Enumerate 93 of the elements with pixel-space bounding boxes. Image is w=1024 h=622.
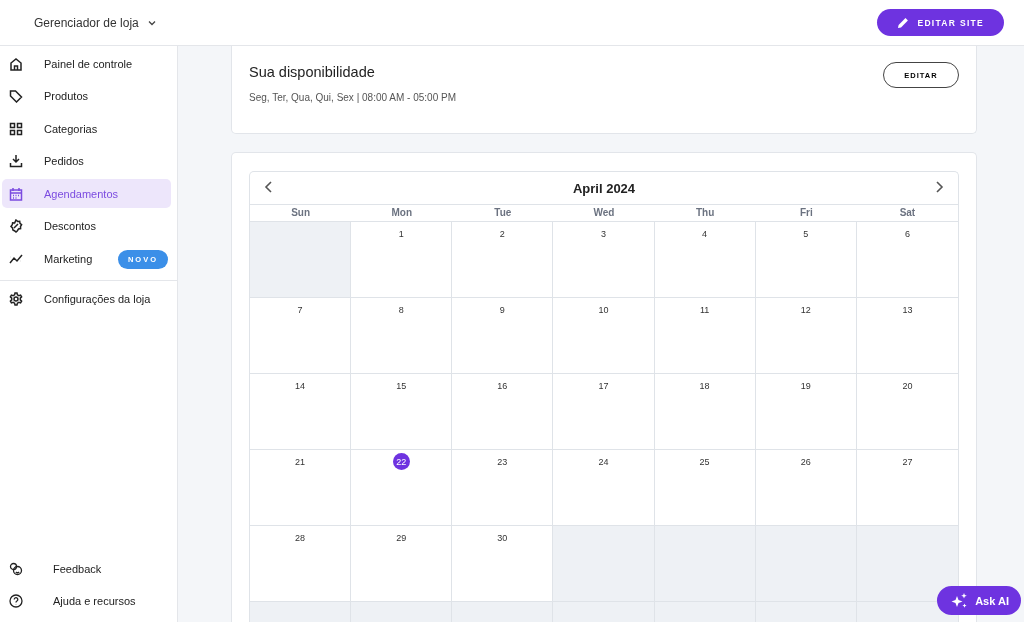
day-number: 30 [496,531,509,545]
day-cell[interactable]: 1 [351,222,453,297]
sidebar-item[interactable]: Pedidos [2,146,171,176]
day-cell[interactable]: 3 [553,222,655,297]
smiley-icon [9,562,23,576]
day-cell[interactable]: 14 [250,374,352,449]
month-title: April 2024 [572,180,636,196]
day-number: 12 [799,303,812,317]
settings-icon [9,292,23,307]
day-cell[interactable]: 19 [755,374,857,449]
day-number: 3 [599,227,607,241]
help-icon [9,594,23,608]
day-number: 2 [498,227,506,241]
sidebar-icon [9,186,23,201]
day-number: 6 [903,227,911,241]
day-cell[interactable]: 20 [856,374,958,449]
day-cell[interactable]: 2 [452,222,554,297]
availability-title: Sua disponibilidade [249,64,376,80]
sidebar-item[interactable]: Produtos [2,81,171,111]
weekday-label: Fri [798,206,814,220]
day-number: 20 [901,379,914,393]
day-number: 10 [597,303,610,317]
weekday-label: Mon [390,206,413,220]
chevron-left-icon [264,180,274,193]
day-cell[interactable]: 11 [654,298,756,373]
day-cell[interactable]: 7 [250,298,352,373]
day-cell[interactable]: 4 [654,222,756,297]
store-menu[interactable]: Gerenciador de loja [34,15,157,30]
day-number: 19 [799,379,812,393]
day-number: 18 [698,379,711,393]
day-cell[interactable]: 21 [250,450,352,525]
sidebar-item[interactable]: Descontos [2,211,171,241]
day-cell[interactable]: 22 [351,450,453,525]
day-cell[interactable]: 8 [351,298,453,373]
sidebar-icon [9,154,23,169]
weekday-label: Sat [898,206,917,220]
sidebar-item[interactable]: Agendamentos [2,179,171,209]
day-number: 17 [597,379,610,393]
day-number: 26 [799,455,812,469]
day-number: 29 [395,531,408,545]
sidebar-item[interactable]: Ajuda e recursos [2,585,171,617]
day-cell[interactable]: 10 [553,298,655,373]
sidebar-item[interactable]: Configurações da loja [2,284,171,314]
day-number: 16 [496,379,509,393]
day-number: 15 [395,379,408,393]
sidebar-item[interactable]: Painel de controle [2,49,171,78]
pencil-icon [897,16,910,29]
day-number: 27 [901,455,914,469]
day-cell[interactable]: 16 [452,374,554,449]
day-number: 14 [294,379,307,393]
day-cell[interactable]: 12 [755,298,857,373]
day-number: 9 [498,303,506,317]
sidebar-icon [9,56,23,71]
day-cell[interactable]: 9 [452,298,554,373]
day-cell[interactable]: 6 [856,222,958,297]
day-cell[interactable]: 18 [654,374,756,449]
day-cell[interactable]: 17 [553,374,655,449]
day-cell[interactable]: 23 [452,450,554,525]
day-cell[interactable]: 5 [755,222,857,297]
day-number: 1 [397,227,405,241]
day-cell[interactable]: 15 [351,374,453,449]
day-number: 28 [294,531,307,545]
day-cell[interactable]: 25 [654,450,756,525]
weekday-label: Tue [493,206,513,220]
sidebar-icon [9,219,23,234]
sidebar-item[interactable]: Feedback [2,553,171,585]
day-number: 22 [392,453,410,470]
day-number: 23 [496,455,509,469]
day-cell[interactable]: 13 [856,298,958,373]
day-number: 7 [296,303,304,317]
day-number: 8 [397,303,405,317]
day-number: 11 [698,303,711,317]
day-number: 5 [802,227,810,241]
chevron-right-icon [934,180,944,193]
availability-schedule: Seg, Ter, Qua, Qui, Sex | 08:00 AM - 05:00 PM [249,92,456,103]
day-cell[interactable]: 27 [856,450,958,525]
day-cell[interactable]: 29 [351,526,453,601]
day-cell[interactable]: 26 [755,450,857,525]
sidebar-item[interactable]: Categorias [2,114,171,144]
weekday-label: Thu [694,206,716,220]
day-number: 4 [701,227,709,241]
sidebar-icon [9,121,23,136]
day-number: 25 [698,455,711,469]
day-number: 13 [901,303,914,317]
weekday-label: Wed [592,206,616,220]
day-number: 21 [294,455,307,469]
day-cell[interactable]: 28 [250,526,352,601]
day-number: 24 [597,455,610,469]
weekday-label: Sun [290,206,311,220]
sidebar-icon [9,89,23,104]
edit-site-button[interactable]: EDITAR SITE [877,9,1004,36]
ask-ai-button[interactable]: Ask AI [937,586,1021,615]
day-cell[interactable]: 24 [553,450,655,525]
